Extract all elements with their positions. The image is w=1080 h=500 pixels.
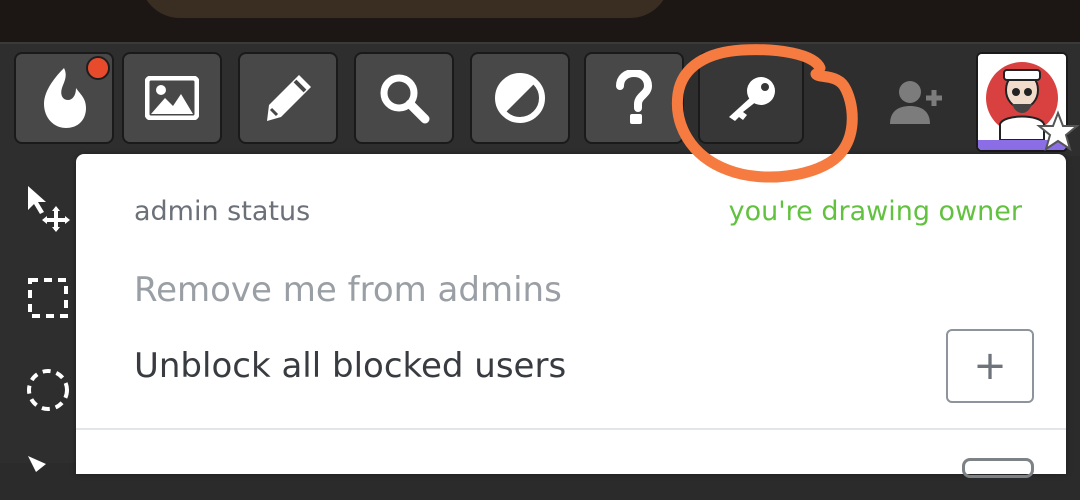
arrow-tool-icon[interactable] <box>22 450 72 500</box>
top-tab-shape <box>140 0 670 18</box>
image-icon <box>145 76 199 120</box>
star-icon <box>1036 110 1080 152</box>
pencil-button[interactable] <box>238 52 338 144</box>
image-button[interactable] <box>122 52 222 144</box>
logo-drop-icon <box>44 68 86 128</box>
contrast-icon <box>495 73 545 123</box>
unblock-users-button[interactable]: + <box>946 329 1034 403</box>
side-toolbar <box>0 154 76 472</box>
help-button[interactable] <box>584 52 684 144</box>
logo-button[interactable] <box>14 52 114 144</box>
top-bar <box>0 0 1080 42</box>
contrast-button[interactable] <box>470 52 570 144</box>
admin-status-value: you're drawing owner <box>728 196 1022 227</box>
key-icon <box>729 77 775 121</box>
search-icon <box>380 74 430 124</box>
pencil-icon <box>267 75 311 121</box>
lasso-select-icon[interactable] <box>22 364 72 414</box>
notification-badge <box>86 56 110 80</box>
rect-select-icon[interactable] <box>22 274 72 324</box>
admin-menu: admin status you're drawing owner Remove… <box>76 154 1066 478</box>
search-button[interactable] <box>354 52 454 144</box>
remove-admin-option[interactable]: Remove me from admins <box>134 270 562 310</box>
next-row-button[interactable] <box>962 458 1034 478</box>
move-cursor-icon[interactable] <box>22 182 72 232</box>
person-add-icon[interactable] <box>886 78 946 128</box>
admin-key-button[interactable] <box>698 52 804 144</box>
help-icon <box>616 70 653 124</box>
unblock-users-label: Unblock all blocked users <box>134 346 567 386</box>
menu-divider <box>76 428 1066 430</box>
admin-status-label: admin status <box>134 196 311 227</box>
